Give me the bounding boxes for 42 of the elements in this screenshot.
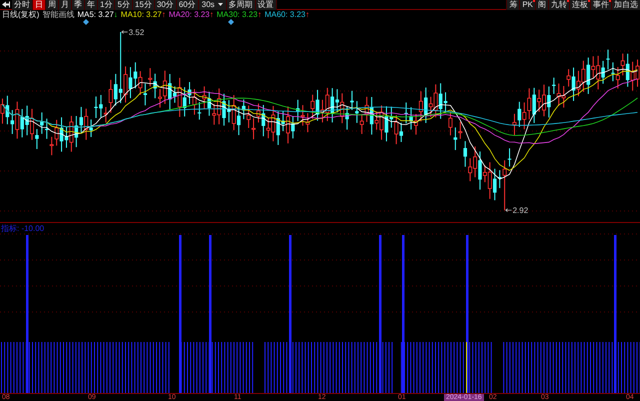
indicator-value: 指标: -10.00 xyxy=(1,225,44,233)
toolbar-button[interactable]: 九转 xyxy=(548,0,569,10)
moving-average-value: MA60: 3.23 xyxy=(264,11,306,19)
high-price-label: 3.52 xyxy=(128,28,144,37)
period-tab[interactable]: 5分 xyxy=(115,0,133,10)
back-icon[interactable] xyxy=(2,1,10,8)
moving-average-value: MA5: 3.27 xyxy=(77,11,114,19)
trend-arrow: ↑ xyxy=(258,11,262,19)
trend-arrow: ↑ xyxy=(210,11,214,19)
period-tab[interactable]: 60分 xyxy=(176,0,199,10)
period-tab[interactable]: 周 xyxy=(46,0,59,10)
toolbar-button[interactable]: 多周期 xyxy=(226,0,256,10)
period-tab[interactable]: 15分 xyxy=(132,0,155,10)
toolbar-button[interactable]: 阁 xyxy=(535,0,548,10)
period-tab[interactable]: 分时 xyxy=(12,0,33,10)
chart-title: 日线(复权) xyxy=(2,11,40,19)
caret-icon[interactable] xyxy=(218,3,223,6)
period-tab[interactable]: 30分 xyxy=(154,0,177,10)
toolbar-button[interactable]: 筹 xyxy=(506,0,520,10)
toolbar-button[interactable]: 设置 xyxy=(256,0,277,10)
moving-average-value: MA20: 3.23 xyxy=(168,11,210,19)
leader-line xyxy=(505,208,512,212)
period-tab[interactable]: 年 xyxy=(85,0,98,10)
moving-average-value: MA30: 3.23 xyxy=(216,11,258,19)
toolbar-button[interactable]: PK xyxy=(519,0,535,10)
leader-line xyxy=(121,30,128,34)
event-marker-icon[interactable] xyxy=(83,19,89,25)
chart-subtitle: 智能画线 xyxy=(42,11,74,19)
period-tab[interactable]: 日 xyxy=(33,0,46,10)
event-marker-icon[interactable] xyxy=(228,19,234,25)
low-price-label: 2.92 xyxy=(512,206,528,216)
trend-arrow: ↑ xyxy=(162,11,166,19)
toolbar-button[interactable]: 加自选 xyxy=(611,0,640,10)
interval-dropdown[interactable]: 30s xyxy=(198,0,227,10)
trend-arrow: ↑ xyxy=(305,11,310,19)
period-tab[interactable]: 1分 xyxy=(98,0,116,10)
period-tab[interactable]: 月 xyxy=(59,0,72,10)
toolbar-button[interactable]: 连板 xyxy=(569,0,590,10)
trend-arrow: ↓ xyxy=(114,11,118,19)
period-tab[interactable]: 季 xyxy=(72,0,85,10)
toolbar-button[interactable]: 事件 xyxy=(590,0,611,10)
moving-average-value: MA10: 3.27 xyxy=(120,11,162,19)
